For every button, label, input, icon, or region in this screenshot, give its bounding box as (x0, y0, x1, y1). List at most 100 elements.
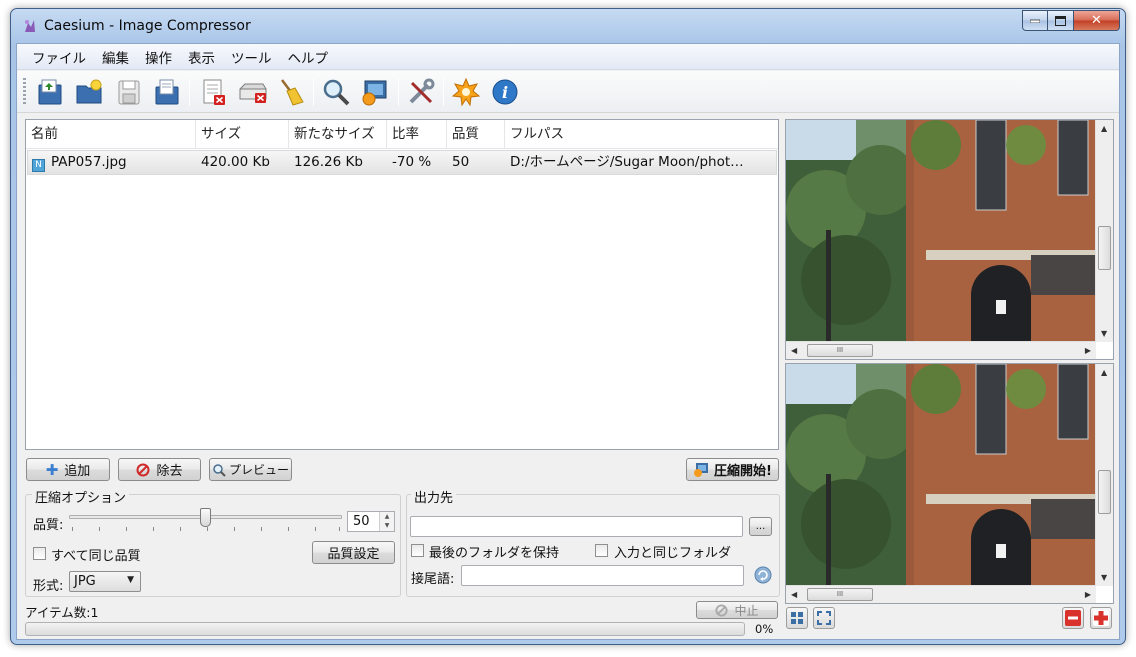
maximize-button[interactable] (1048, 10, 1074, 31)
clear-list-icon (239, 83, 267, 103)
column-header-ratio[interactable]: 比率 (387, 120, 447, 149)
title-bar[interactable]: Caesium - Image Compressor ✕ (11, 9, 1125, 43)
menu-tools[interactable]: ツール (223, 47, 280, 67)
stop-button[interactable]: 中止 (696, 601, 778, 619)
original-vertical-scrollbar[interactable]: ▲ ▼ (1095, 120, 1113, 342)
preview-image-button[interactable] (358, 76, 390, 108)
compressed-horizontal-scrollbar[interactable]: ◀ III ▶ (786, 585, 1096, 603)
fit-window-icon (791, 612, 803, 624)
slider-tick (72, 527, 73, 531)
scroll-up-icon[interactable]: ▲ (1101, 368, 1107, 377)
menu-help[interactable]: ヘルプ (280, 47, 337, 67)
browse-label: ... (755, 521, 766, 532)
column-header-new-size[interactable]: 新たなサイズ (289, 120, 387, 149)
quality-settings-button[interactable]: 品質設定 (312, 541, 395, 564)
file-list-header: 名前 サイズ 新たなサイズ 比率 品質 フルパス (26, 120, 778, 149)
menu-action[interactable]: 操作 (137, 47, 180, 67)
original-photo (786, 120, 1096, 342)
scroll-left-icon[interactable]: ◀ (791, 346, 797, 355)
menu-file[interactable]: ファイル (24, 47, 94, 67)
compressed-vertical-scrollbar[interactable]: ▲ ▼ (1095, 364, 1113, 586)
scrollbar-thumb[interactable] (1098, 226, 1111, 270)
minimize-button[interactable] (1022, 10, 1048, 31)
format-select[interactable]: JPG ▼ (69, 571, 141, 592)
keep-last-folder-label: 最後のフォルダを保持 (429, 546, 560, 561)
scrollbar-thumb[interactable] (1098, 470, 1111, 514)
remove-button[interactable]: 除去 (118, 458, 201, 481)
refresh-suffix-button[interactable] (754, 566, 772, 584)
compress-button[interactable]: 圧縮開始! (686, 458, 779, 481)
zoom-search-button[interactable] (320, 76, 352, 108)
format-label: 形式: (33, 579, 64, 594)
plus-icon: ✚ (45, 460, 59, 479)
scroll-down-icon[interactable]: ▼ (1101, 573, 1107, 582)
progress-percent: 0% (755, 622, 774, 636)
spin-arrows[interactable]: ▲ ▼ (379, 512, 394, 531)
output-path-input[interactable] (410, 516, 743, 537)
caesium-app-icon (25, 20, 35, 32)
preview-button[interactable]: プレビュー (209, 458, 292, 481)
update-star-icon (451, 77, 481, 107)
save-list-icon (118, 80, 140, 105)
svg-text:i: i (502, 83, 508, 102)
maximize-icon (1055, 15, 1066, 26)
open-file-button[interactable] (34, 76, 66, 108)
scroll-right-icon[interactable]: ▶ (1085, 590, 1091, 599)
menu-edit[interactable]: 編集 (94, 47, 137, 67)
main-client-area: ファイル 編集 操作 表示 ツール ヘルプ i 名前 サイズ 新たなサイズ 比率… (16, 43, 1120, 640)
same-as-input-checkbox[interactable] (595, 544, 608, 557)
browse-output-button[interactable]: ... (749, 517, 772, 536)
settings-tools-button[interactable] (405, 76, 437, 108)
actual-size-button[interactable] (813, 607, 835, 629)
quality-spinbox[interactable]: 50 ▲ ▼ (347, 511, 395, 532)
open-folder-button[interactable] (73, 76, 105, 108)
scrollbar-thumb[interactable]: III (807, 344, 873, 357)
zoom-in-button[interactable] (1090, 607, 1112, 629)
menu-view[interactable]: 表示 (180, 47, 223, 67)
quality-slider[interactable] (69, 506, 342, 534)
scroll-down-icon[interactable]: ▼ (1101, 329, 1107, 338)
compress-button-label: 圧縮開始! (714, 464, 772, 479)
spin-up-icon[interactable]: ▲ (380, 512, 394, 521)
toolbar-separator (189, 78, 190, 106)
keep-last-folder-checkbox[interactable] (411, 544, 424, 557)
add-button[interactable]: ✚ 追加 (26, 458, 110, 481)
column-header-name[interactable]: 名前 (26, 120, 196, 149)
info-button[interactable]: i (489, 76, 521, 108)
refresh-icon (754, 566, 772, 584)
toolbar-grip[interactable] (23, 78, 26, 106)
scroll-right-icon[interactable]: ▶ (1085, 346, 1091, 355)
scrollbar-thumb[interactable]: III (807, 588, 873, 601)
spin-down-icon[interactable]: ▼ (380, 521, 394, 530)
same-quality-checkbox[interactable] (33, 547, 46, 560)
remove-item-button[interactable] (197, 76, 229, 108)
stop-icon (715, 603, 729, 617)
fit-to-window-button[interactable] (786, 607, 808, 629)
column-header-quality[interactable]: 品質 (447, 120, 505, 149)
column-header-full-path[interactable]: フルパス (505, 120, 779, 149)
clear-list-button[interactable] (237, 76, 269, 108)
update-star-button[interactable] (450, 76, 482, 108)
same-quality-label: すべて同じ品質 (51, 549, 141, 564)
plus-red-icon (1093, 610, 1109, 626)
close-button[interactable]: ✕ (1074, 10, 1120, 31)
file-list-table[interactable]: 名前 サイズ 新たなサイズ 比率 品質 フルパス N PAP057.jpg 420… (25, 119, 779, 450)
original-horizontal-scrollbar[interactable]: ◀ III ▶ (786, 341, 1096, 359)
scroll-left-icon[interactable]: ◀ (791, 590, 797, 599)
column-header-size[interactable]: サイズ (196, 120, 289, 149)
suffix-input[interactable] (461, 565, 744, 586)
remove-item-icon (203, 79, 225, 105)
save-list-button[interactable] (113, 76, 145, 108)
clean-broom-button[interactable] (275, 76, 307, 108)
zoom-out-button[interactable] (1062, 607, 1084, 629)
menu-bar: ファイル 編集 操作 表示 ツール ヘルプ (17, 44, 1119, 70)
import-list-button[interactable] (151, 76, 183, 108)
original-image-preview[interactable]: ▲ ▼ ◀ III ▶ (785, 119, 1114, 360)
table-row[interactable]: N PAP057.jpg 420.00 Kb 126.26 Kb -70 % 50… (27, 150, 777, 175)
same-as-input-label: 入力と同じフォルダ (614, 546, 732, 561)
progress-bar (25, 622, 745, 636)
compressed-image-preview[interactable]: ▲ ▼ ◀ III ▶ (785, 363, 1114, 604)
scroll-up-icon[interactable]: ▲ (1101, 124, 1107, 133)
slider-thumb[interactable] (200, 508, 211, 527)
slider-tick (153, 527, 154, 531)
